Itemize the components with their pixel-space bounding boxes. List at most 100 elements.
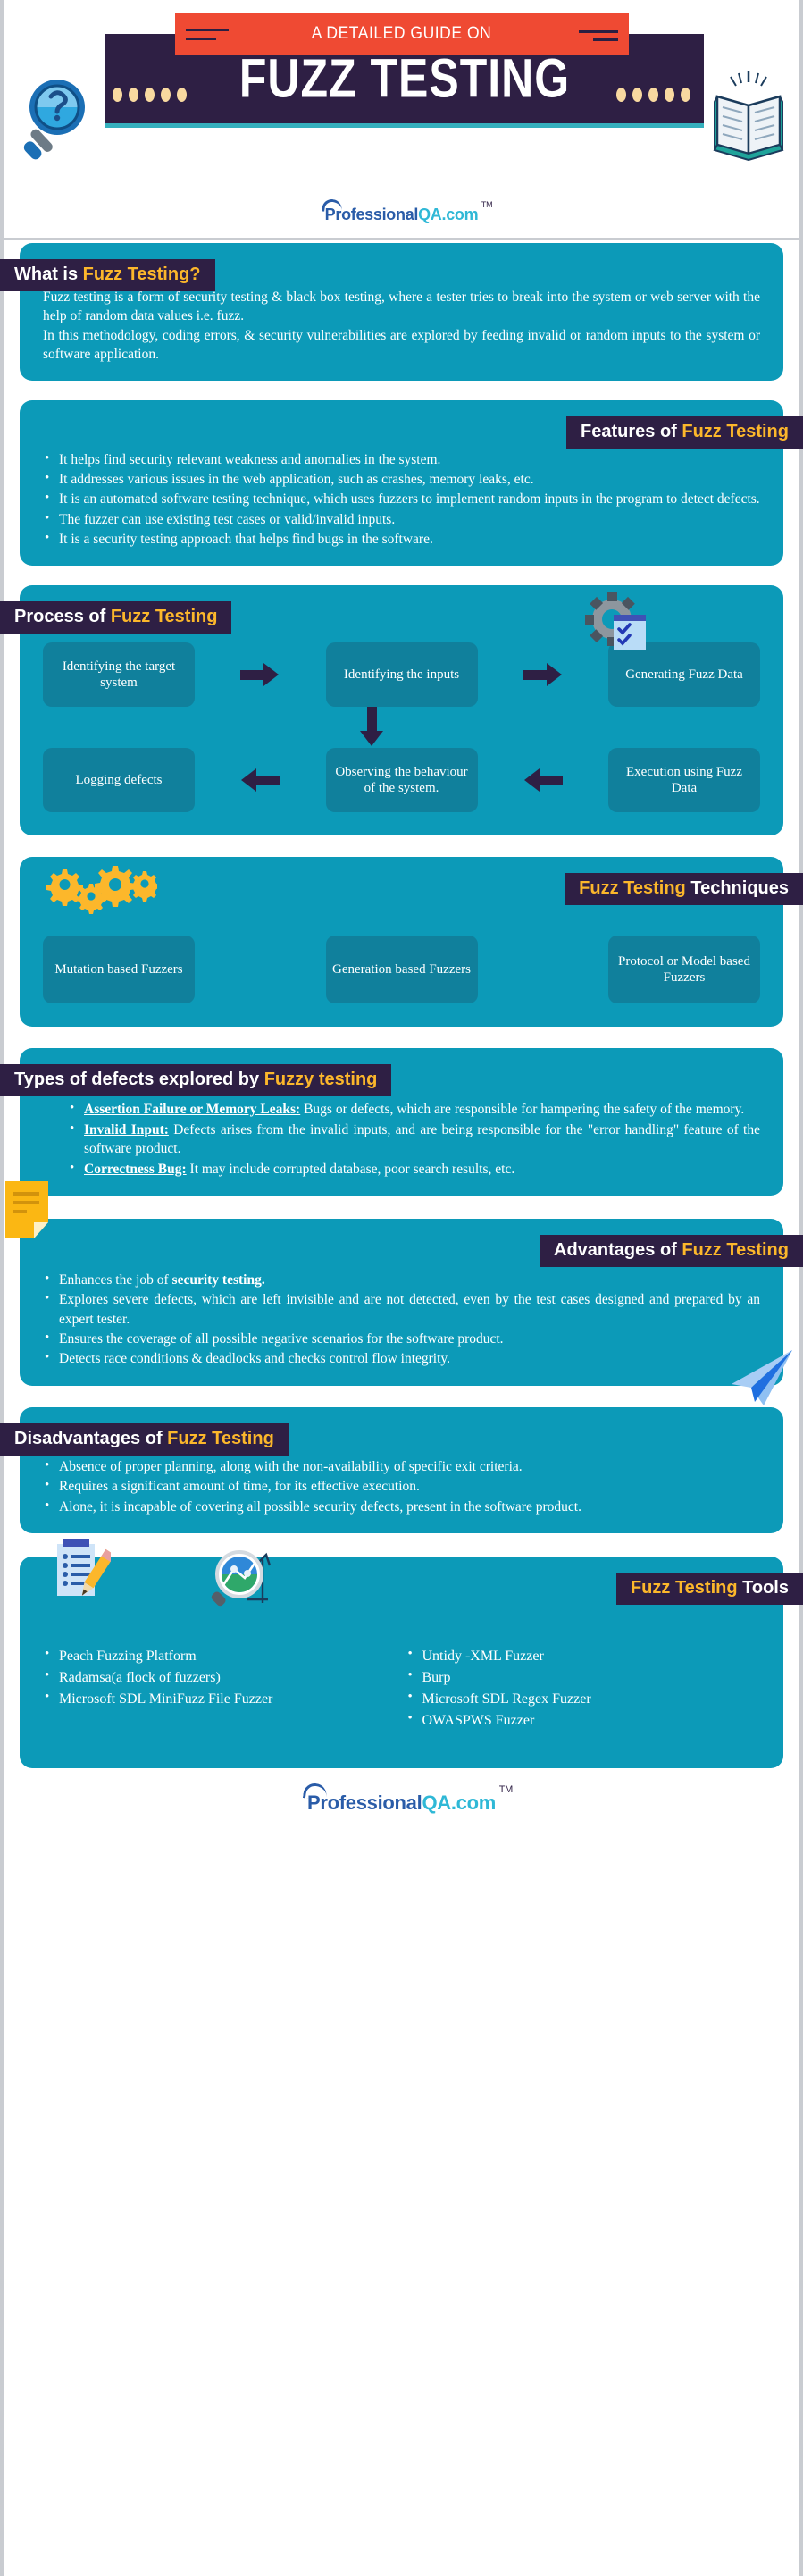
- sticky-note-icon: [5, 1180, 48, 1238]
- bead-row-left: [113, 88, 187, 102]
- disadvantages-heading: Disadvantages of Fuzz Testing: [0, 1422, 289, 1456]
- list-item: Ensures the coverage of all possible neg…: [43, 1329, 760, 1348]
- techniques-heading: Fuzz Testing Techniques: [565, 873, 803, 906]
- list-item: Requires a significant amount of time, f…: [43, 1476, 760, 1496]
- list-item: The fuzzer can use existing test cases o…: [43, 509, 760, 529]
- list-item: Untidy -XML Fuzzer: [406, 1645, 761, 1666]
- arrow-left-icon: [520, 768, 566, 793]
- ribbon-dash-icon: [579, 30, 618, 33]
- bead-icon: [648, 88, 658, 102]
- logo-trademark: TM: [498, 1783, 514, 1795]
- flow-step: Identifying the target system: [43, 642, 195, 708]
- clipboard-pencil-icon: [57, 1538, 111, 1596]
- flow-step: Observing the behaviour of the system.: [325, 748, 478, 813]
- list-item: Burp: [406, 1666, 761, 1688]
- process-flow-row-1: Identifying the target system Identifyin…: [43, 642, 760, 708]
- ribbon-dash-icon: [186, 38, 216, 40]
- advantage-bold: security testing.: [171, 1271, 265, 1288]
- heading-plain: Tools: [742, 1577, 789, 1598]
- tools-columns: Peach Fuzzing Platform Radamsa(a flock o…: [43, 1645, 761, 1733]
- technique-item: Protocol or Model based Fuzzers: [608, 936, 760, 1004]
- types-heading: Types of defects explored by Fuzzy testi…: [0, 1064, 392, 1097]
- features-list: It helps find security relevant weakness…: [43, 449, 760, 550]
- list-item: It addresses various issues in the web a…: [43, 469, 760, 489]
- section-types: Types of defects explored by Fuzzy testi…: [0, 1048, 783, 1196]
- heading-accent: Fuzz Testing: [579, 878, 691, 899]
- list-item: It is an automated software testing tech…: [43, 489, 760, 508]
- footer-logo: ProfessionalQA.com TM: [0, 1781, 803, 1829]
- process-flow-row-2: Logging defects Observing the behaviour …: [43, 748, 760, 813]
- bead-icon: [129, 88, 138, 102]
- heading-accent: Fuzz Testing: [682, 1239, 789, 1260]
- bead-icon: [616, 88, 626, 102]
- list-item: Radamsa(a flock of fuzzers): [43, 1666, 397, 1688]
- tools-right-list: Untidy -XML Fuzzer Burp Microsoft SDL Re…: [406, 1645, 761, 1732]
- page-left-edge: [0, 0, 4, 2576]
- list-item: Invalid Input: Defects arises from the i…: [68, 1120, 760, 1159]
- heading-accent: Fuzz Testing?: [82, 264, 201, 284]
- list-item: Peach Fuzzing Platform: [43, 1645, 397, 1666]
- logo-swoosh-icon: [321, 197, 343, 214]
- bead-icon: [632, 88, 642, 102]
- chart-magnifier-icon: [211, 1549, 272, 1607]
- defect-text: Bugs or defects, which are responsible f…: [300, 1102, 745, 1118]
- flow-step: Identifying the inputs: [325, 642, 478, 708]
- heading-plain: Process of: [14, 607, 111, 627]
- advantages-list: Enhances the job of security testing. Ex…: [43, 1270, 760, 1369]
- list-item: It is a security testing approach that h…: [43, 529, 760, 549]
- bead-icon: [177, 88, 187, 102]
- tools-left-list: Peach Fuzzing Platform Radamsa(a flock o…: [43, 1645, 397, 1710]
- heading-plain: Features of: [581, 421, 682, 441]
- list-item: Absence of proper planning, along with t…: [43, 1456, 760, 1476]
- list-item: Enhances the job of security testing.: [43, 1270, 760, 1289]
- what-is-heading: What is Fuzz Testing?: [0, 259, 215, 291]
- infographic-page: PROCESS,TECHNIQUES,TYPES,TOOLS,ADVANTAGE…: [0, 0, 803, 2576]
- process-heading: Process of Fuzz Testing: [0, 601, 232, 634]
- heading-plain: Techniques: [690, 878, 789, 899]
- heading-accent: Fuzzy testing: [263, 1070, 378, 1090]
- defect-term: Invalid Input:: [84, 1121, 169, 1137]
- magnifier-question-icon: [23, 80, 85, 160]
- page-title: FUZZ TESTING: [238, 47, 571, 110]
- process-flow-connector: [43, 707, 760, 748]
- bead-icon: [161, 88, 171, 102]
- list-item: Microsoft SDL Regex Fuzzer: [406, 1688, 761, 1709]
- heading-accent: Fuzz Testing: [167, 1428, 274, 1448]
- paper-plane-icon: [732, 1349, 792, 1405]
- list-item: Correctness Bug: It may include corrupte…: [68, 1158, 760, 1179]
- header: PROCESS,TECHNIQUES,TYPES,TOOLS,ADVANTAGE…: [0, 0, 803, 243]
- arrow-right-icon: [520, 662, 566, 687]
- list-item: Assertion Failure or Memory Leaks: Bugs …: [68, 1099, 760, 1119]
- advantages-heading: Advantages of Fuzz Testing: [540, 1234, 803, 1267]
- gear-checklist-icon: [585, 592, 646, 651]
- heading-plain: What is: [14, 264, 83, 284]
- section-features: Features of Fuzz Testing It helps find s…: [20, 399, 803, 566]
- tools-left-column: Peach Fuzzing Platform Radamsa(a flock o…: [43, 1645, 397, 1733]
- heading-accent: Fuzz Testing: [110, 607, 218, 627]
- bead-icon: [113, 88, 122, 102]
- tools-right-column: Untidy -XML Fuzzer Burp Microsoft SDL Re…: [406, 1645, 761, 1733]
- section-techniques: Fuzz Testing Techniques Mutation based F…: [20, 857, 803, 1028]
- section-process: Process of Fuzz Testing Identifying the …: [0, 585, 783, 836]
- defect-text: It may include corrupted database, poor …: [186, 1161, 515, 1177]
- bead-icon: [681, 88, 690, 102]
- header-divider: [4, 238, 799, 240]
- advantage-pre: Enhances the job of: [59, 1271, 172, 1288]
- list-item: OWASPWS Fuzzer: [406, 1709, 761, 1731]
- technique-item: Generation based Fuzzers: [325, 936, 478, 1004]
- logo-trademark: TM: [481, 200, 493, 209]
- heading-accent: Fuzz Testing: [682, 421, 789, 441]
- arrow-right-icon: [237, 662, 283, 687]
- tools-heading: Fuzz Testing Tools: [615, 1572, 803, 1605]
- flow-step: Execution using Fuzz Data: [608, 748, 760, 813]
- defect-term: Correctness Bug:: [84, 1161, 187, 1177]
- types-list: Assertion Failure or Memory Leaks: Bugs …: [43, 1099, 760, 1179]
- heading-accent: Fuzz Testing: [630, 1577, 743, 1598]
- logo-text-secondary: QA.com: [422, 1791, 496, 1814]
- list-item: Alone, it is incapable of covering all p…: [43, 1496, 760, 1516]
- features-heading: Features of Fuzz Testing: [566, 415, 803, 449]
- technique-item: Mutation based Fuzzers: [43, 936, 195, 1004]
- flow-step: Logging defects: [43, 748, 195, 813]
- bead-icon: [665, 88, 674, 102]
- header-logo: ProfessionalQA.com TM: [0, 197, 803, 224]
